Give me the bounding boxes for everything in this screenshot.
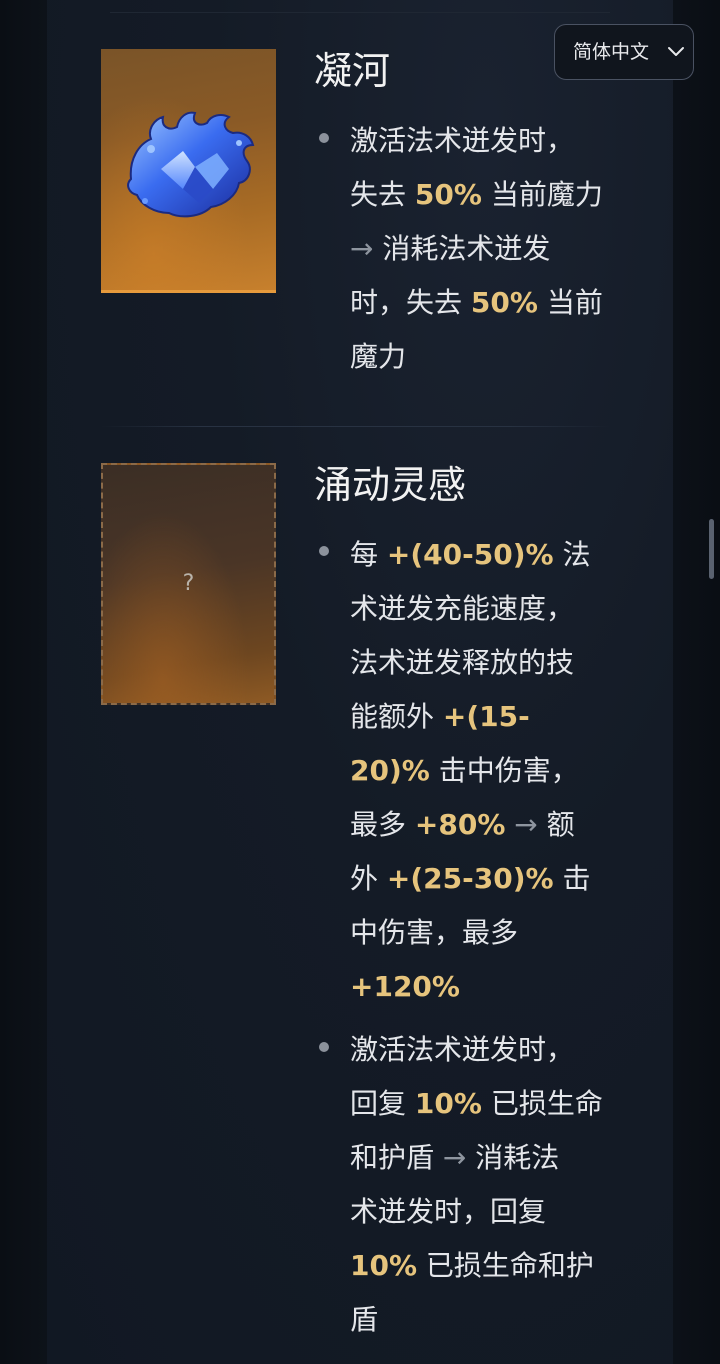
description-line: 时，失去 50% 当前 <box>350 286 603 319</box>
description-line: 法术迸发释放的技 <box>350 646 575 679</box>
description-line: 和护盾 → 消耗法 <box>350 1141 560 1174</box>
description-line: 中伤害，最多 <box>350 916 519 949</box>
arrow-right-icon: → <box>350 232 383 265</box>
blue-crystal-mask-icon <box>127 111 255 218</box>
description-line: 魔力 <box>350 340 407 373</box>
item-image-card <box>101 49 276 293</box>
description-line: 失去 50% 当前魔力 <box>350 178 603 211</box>
arrow-right-icon: → <box>505 808 547 841</box>
description-line: 激活法术迸发时， <box>350 124 575 157</box>
scrollbar-thumb[interactable] <box>709 519 714 579</box>
language-label: 简体中文 <box>573 41 650 63</box>
description-line: 最多 +80% → 额 <box>350 808 575 841</box>
description-line: 回复 10% 已损生命 <box>350 1087 603 1120</box>
description-line: → 消耗法术迸发 <box>350 232 551 265</box>
top-divider <box>110 12 610 13</box>
item-title: 凝河 <box>314 49 391 93</box>
placeholder-question-mark: ? <box>182 571 195 596</box>
arrow-right-icon: → <box>434 1141 476 1174</box>
bullet-dot <box>319 546 329 556</box>
bullet-dot <box>319 133 329 143</box>
bullet-dot <box>319 1042 329 1052</box>
description-line: +120% <box>350 970 460 1003</box>
description-line: 10% 已损生命和护 <box>350 1249 594 1282</box>
language-switcher[interactable]: 简体中文 <box>554 24 694 80</box>
description-line: 20)% 击中伤害， <box>350 754 579 787</box>
description-line: 激活法术迸发时， <box>350 1033 575 1066</box>
item-title: 涌动灵感 <box>314 463 467 507</box>
item-divider <box>100 426 610 427</box>
item-image-placeholder: ? <box>101 463 276 705</box>
description-line: 外 +(25-30)% 击 <box>350 862 591 895</box>
description-line: 盾 <box>350 1303 379 1336</box>
description-line: 每 +(40-50)% 法 <box>350 538 591 571</box>
description-line: 术迸发时，回复 <box>350 1195 547 1228</box>
description-line: 术迸发充能速度， <box>350 592 575 625</box>
description-line: 能额外 +(15- <box>350 700 530 733</box>
chevron-down-icon <box>668 47 684 56</box>
